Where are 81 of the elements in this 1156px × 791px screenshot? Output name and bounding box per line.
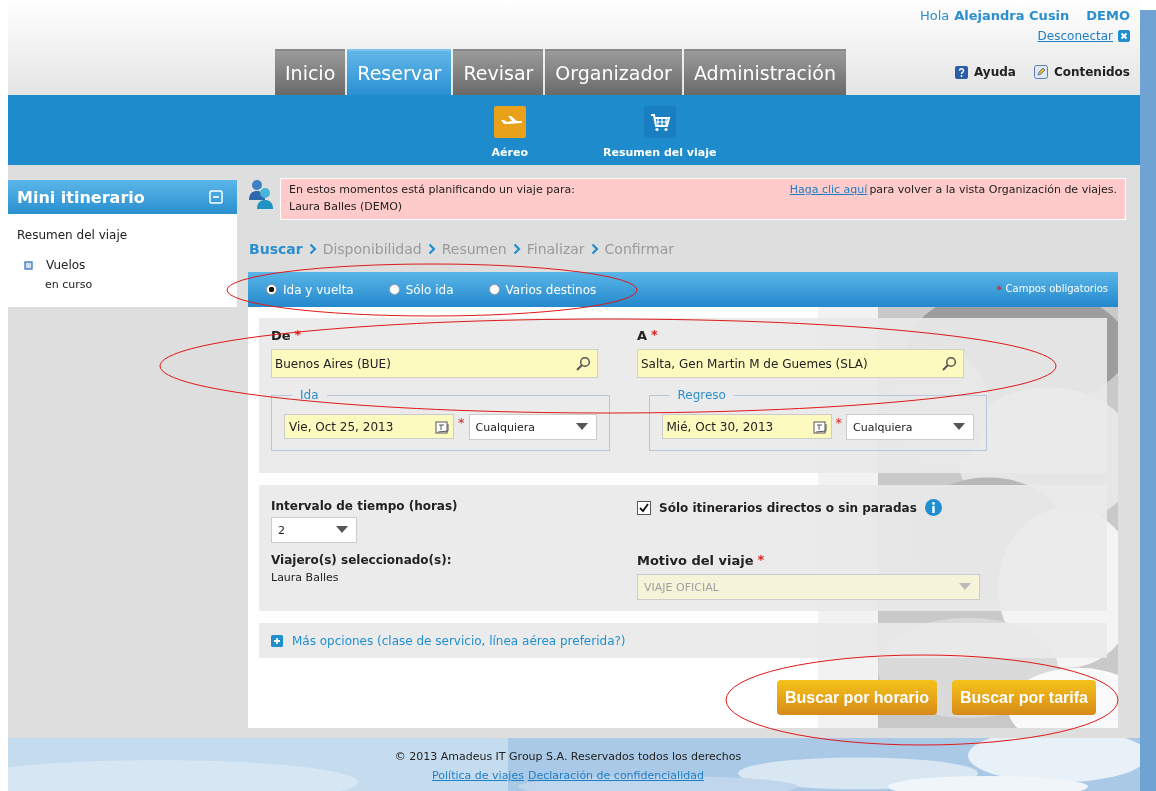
dropdown-arrow-icon[interactable]: [336, 526, 348, 534]
user-name: Alejandra Cusin: [954, 8, 1070, 23]
radio-label[interactable]: Sólo ida: [405, 282, 454, 297]
help-icon[interactable]: [954, 65, 968, 79]
search-button[interactable]: Buscar por tarifa: [951, 680, 1096, 715]
radio-button[interactable]: [388, 284, 400, 295]
nav-tab[interactable]: Reservar: [347, 49, 452, 95]
chevron-icon: [590, 243, 599, 255]
required-mark: *: [458, 416, 465, 429]
radio-label[interactable]: Ida y vuelta: [283, 282, 354, 297]
checkbox-label[interactable]: Sólo itinerarios directos o sin paradas: [659, 500, 917, 515]
radio-label[interactable]: Varios destinos: [505, 282, 597, 297]
required-mark: *: [996, 283, 1003, 296]
destination-field[interactable]: Salta, Gen Martin M de Guemes (SLA): [637, 349, 964, 378]
dropdown-arrow-icon[interactable]: [953, 423, 965, 431]
step-label: Disponibilidad: [322, 241, 422, 257]
interval-select[interactable]: 2: [271, 517, 357, 543]
subnav-link[interactable]: Resumen del viaje: [603, 146, 717, 159]
step-label: Finalizar: [526, 241, 585, 257]
people-icon: [248, 178, 274, 210]
calendar-icon[interactable]: [812, 419, 827, 434]
cart-icon[interactable]: [643, 106, 676, 138]
collapse-icon[interactable]: [209, 190, 223, 204]
expand-icon[interactable]: [271, 634, 283, 647]
radio-button[interactable]: [266, 284, 277, 295]
close-icon[interactable]: [1118, 30, 1130, 42]
step-label: Confirmar: [604, 241, 675, 257]
search-button[interactable]: Buscar por horario: [776, 680, 937, 715]
calendar-icon[interactable]: [435, 419, 449, 434]
edit-icon[interactable]: [1033, 65, 1048, 79]
origin-field[interactable]: Buenos Aires (BUE): [271, 349, 598, 378]
field-label: Motivo del viaje: [637, 553, 754, 568]
radio-button[interactable]: [488, 284, 500, 295]
search-icon[interactable]: [941, 355, 957, 372]
search-icon[interactable]: [575, 355, 591, 372]
field-label: A: [637, 328, 648, 343]
required-mark: *: [651, 328, 658, 341]
airplane-icon[interactable]: [493, 106, 526, 138]
field-label: Viajero(s) seleccionado(s):: [271, 553, 453, 567]
traveler-name: Laura Balles: [271, 571, 340, 584]
sidebar-item: Vuelos: [46, 258, 86, 272]
notice-text: para volver a la vista Organización de viajes.: [869, 183, 1117, 196]
chevron-icon: [512, 243, 521, 255]
time-select[interactable]: Cualquiera: [846, 414, 974, 440]
square-bullet-icon: [24, 260, 33, 270]
chevron-icon: [427, 243, 436, 255]
time-select[interactable]: Cualquiera: [468, 414, 597, 440]
notice-link[interactable]: Haga clic aquí: [789, 183, 868, 196]
group-legend: Regreso: [669, 388, 734, 402]
required-note: Campos obligatorios: [1005, 283, 1108, 294]
date-field[interactable]: Mié, Oct 30, 2013: [661, 414, 832, 439]
nav-tab[interactable]: Revisar: [453, 49, 544, 95]
nav-tab[interactable]: Administración: [683, 49, 846, 95]
date-field[interactable]: Vie, Oct 25, 2013: [284, 414, 454, 439]
nav-tab[interactable]: Inicio: [275, 49, 346, 95]
help-link[interactable]: Ayuda: [973, 65, 1016, 79]
notice-text: En estos momentos está planificando un viaje para:: [289, 183, 575, 196]
company-name: DEMO: [1086, 8, 1130, 23]
sidebar-item: Resumen del viaje: [17, 228, 129, 242]
more-options-link[interactable]: Más opciones (clase de servicio, línea aérea preferida?): [292, 633, 626, 648]
step-label: Resumen: [441, 241, 507, 257]
info-icon[interactable]: [924, 499, 942, 516]
dropdown-arrow-icon[interactable]: [575, 423, 588, 431]
chevron-icon: [308, 243, 317, 255]
group-legend: Ida: [292, 388, 327, 402]
logout-link[interactable]: Desconectar: [1037, 29, 1113, 43]
checkbox[interactable]: [637, 500, 651, 515]
subnav-link[interactable]: Aéreo: [491, 146, 528, 159]
sidebar-title: Mini itinerario: [17, 187, 145, 207]
footer-link[interactable]: Política de viajes: [432, 769, 524, 782]
required-mark: *: [757, 553, 765, 566]
traveler-name: Laura Balles (DEMO): [289, 200, 404, 213]
copyright-text: © 2013 Amadeus IT Group S.A. Reservados todos los derechos: [394, 750, 742, 763]
field-label: Intervalo de tiempo (horas): [271, 499, 459, 513]
required-mark: *: [835, 416, 842, 429]
footer-link[interactable]: Declaración de confidencialidad: [527, 769, 704, 782]
item-status: en curso: [45, 278, 94, 291]
nav-tab[interactable]: Organizador: [545, 49, 682, 95]
greeting: Hola: [919, 8, 950, 23]
step-label: Buscar: [249, 241, 303, 257]
help-link[interactable]: Contenidos: [1053, 65, 1130, 79]
